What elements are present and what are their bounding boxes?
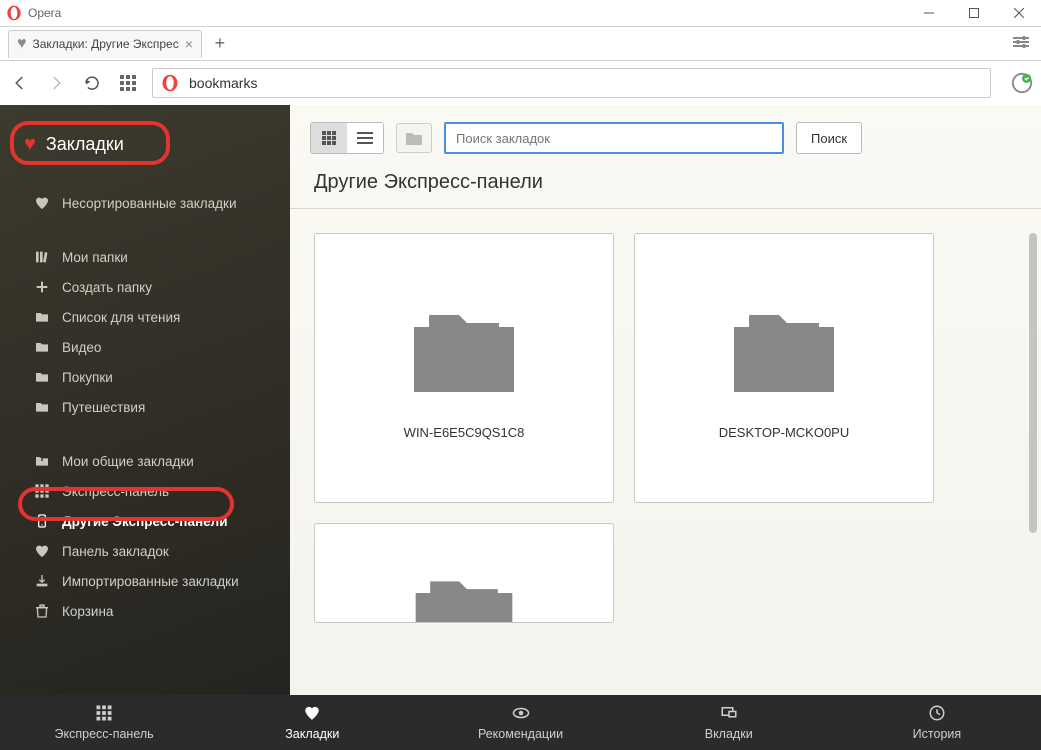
- forward-button[interactable]: [44, 71, 68, 95]
- share-icon: [34, 453, 50, 469]
- heart-icon: [34, 543, 50, 559]
- sidebar-item-label: Корзина: [62, 604, 113, 619]
- sidebar-item[interactable]: Корзина: [0, 596, 290, 626]
- speeddial-icon: [34, 483, 50, 499]
- folder-icon: [34, 339, 50, 355]
- view-toggle: [310, 122, 384, 154]
- sidebar-item-label: Панель закладок: [62, 544, 169, 559]
- bookmarks-sidebar: ♥ Закладки Несортированные закладки Мои …: [0, 105, 290, 695]
- main-toolbar: Поиск: [290, 105, 1041, 171]
- clock-icon: [927, 704, 947, 725]
- bottom-nav-label: Экспресс-панель: [55, 727, 154, 741]
- window-title: Opera: [28, 6, 906, 20]
- opera-logo-icon: [6, 5, 22, 21]
- bottom-nav-item[interactable]: Вкладки: [625, 695, 833, 750]
- speeddial-icon: [94, 704, 114, 725]
- bottom-nav-label: Вкладки: [705, 727, 753, 741]
- new-tab-button[interactable]: +: [206, 30, 234, 58]
- folder-card[interactable]: WIN-E6E5C9QS1C8: [314, 233, 614, 503]
- sidebar-item[interactable]: Несортированные закладки: [0, 188, 290, 218]
- sidebar-item-label: Мои общие закладки: [62, 454, 194, 469]
- new-folder-button[interactable]: [396, 123, 432, 153]
- close-tab-icon[interactable]: ×: [185, 36, 193, 52]
- bottom-nav-item[interactable]: История: [833, 695, 1041, 750]
- folder-icon: [34, 369, 50, 385]
- search-input[interactable]: [444, 122, 784, 154]
- sidebar-item-label: Импортированные закладки: [62, 574, 239, 589]
- sidebar-item-label: Создать папку: [62, 280, 152, 295]
- device-icon: [34, 513, 50, 529]
- sidebar-item[interactable]: Экспресс-панель: [0, 476, 290, 506]
- navigation-toolbar: bookmarks: [0, 61, 1041, 105]
- main-panel: Поиск Другие Экспресс-панели WIN-E6E5C9Q…: [290, 105, 1041, 695]
- heart-icon: ♥: [24, 133, 36, 156]
- monitor-icon: [719, 704, 739, 725]
- bottom-nav: Экспресс-панель Закладки Рекомендации Вклад…: [0, 695, 1041, 750]
- sidebar-header: ♥ Закладки: [0, 125, 290, 164]
- sidebar-item-label: Другие Экспресс-панели: [62, 514, 228, 529]
- close-button[interactable]: [996, 0, 1041, 27]
- bottom-nav-item[interactable]: Рекомендации: [416, 695, 624, 750]
- sidebar-item[interactable]: Покупки: [0, 362, 290, 392]
- search-button[interactable]: Поиск: [796, 122, 862, 154]
- import-icon: [34, 573, 50, 589]
- folder-card[interactable]: [314, 523, 614, 623]
- sidebar-item-label: Список для чтения: [62, 310, 180, 325]
- sidebar-item-label: Мои папки: [62, 250, 128, 265]
- speeddial-nav-icon[interactable]: [116, 71, 140, 95]
- folder-icon: [34, 309, 50, 325]
- bottom-nav-item[interactable]: Закладки: [208, 695, 416, 750]
- sidebar-item[interactable]: Мои папки: [0, 242, 290, 272]
- bottom-nav-item[interactable]: Экспресс-панель: [0, 695, 208, 750]
- folder-card[interactable]: DESKTOP-MCKO0PU: [634, 233, 934, 503]
- eye-icon: [511, 704, 531, 725]
- vpn-shield-icon[interactable]: [1011, 72, 1033, 94]
- heart-icon: [302, 704, 322, 725]
- sidebar-item[interactable]: Импортированные закладки: [0, 566, 290, 596]
- card-label: WIN-E6E5C9QS1C8: [404, 425, 525, 440]
- folder-icon: [34, 399, 50, 415]
- reload-button[interactable]: [80, 71, 104, 95]
- tab-strip: ♥ Закладки: Другие Экспрес × +: [0, 27, 1041, 61]
- opera-o-icon: [161, 74, 179, 92]
- maximize-button[interactable]: [951, 0, 996, 27]
- sidebar-title: Закладки: [46, 134, 124, 155]
- sidebar-item[interactable]: Путешествия: [0, 392, 290, 422]
- sidebar-item-label: Экспресс-панель: [62, 484, 169, 499]
- easy-setup-icon[interactable]: [1013, 35, 1029, 53]
- sidebar-item[interactable]: Видео: [0, 332, 290, 362]
- list-view-button[interactable]: [347, 123, 383, 153]
- bottom-nav-label: Закладки: [285, 727, 339, 741]
- books-icon: [34, 249, 50, 265]
- sidebar-item[interactable]: Список для чтения: [0, 302, 290, 332]
- sidebar-item[interactable]: Другие Экспресс-панели: [0, 506, 290, 536]
- address-text: bookmarks: [189, 75, 982, 91]
- trash-icon: [34, 603, 50, 619]
- sidebar-item[interactable]: Мои общие закладки: [0, 446, 290, 476]
- sidebar-item[interactable]: Создать папку: [0, 272, 290, 302]
- minimize-button[interactable]: [906, 0, 951, 27]
- bottom-nav-label: История: [913, 727, 961, 741]
- sidebar-item-label: Покупки: [62, 370, 113, 385]
- tab-title: Закладки: Другие Экспрес: [33, 37, 179, 51]
- window-titlebar: Opera: [0, 0, 1041, 27]
- back-button[interactable]: [8, 71, 32, 95]
- browser-tab[interactable]: ♥ Закладки: Другие Экспрес ×: [8, 30, 202, 58]
- scrollbar[interactable]: [1029, 233, 1037, 533]
- sidebar-item-label: Видео: [62, 340, 101, 355]
- page-heading: Другие Экспресс-панели: [290, 171, 1041, 209]
- heart-icon: [34, 195, 50, 211]
- sidebar-item-label: Несортированные закладки: [62, 196, 237, 211]
- address-bar[interactable]: bookmarks: [152, 68, 991, 98]
- sidebar-item[interactable]: Панель закладок: [0, 536, 290, 566]
- card-label: DESKTOP-MCKO0PU: [719, 425, 850, 440]
- plus-icon: [34, 279, 50, 295]
- grid-view-button[interactable]: [311, 123, 347, 153]
- bottom-nav-label: Рекомендации: [478, 727, 563, 741]
- sidebar-item-label: Путешествия: [62, 400, 145, 415]
- heart-icon: ♥: [17, 35, 27, 53]
